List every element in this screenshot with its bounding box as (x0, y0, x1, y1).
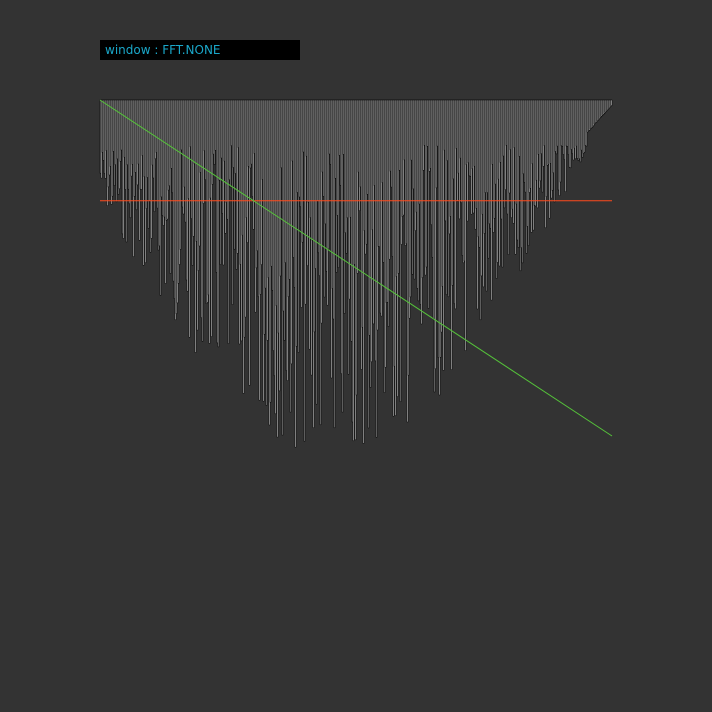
fft-spectrum-plot (99, 99, 613, 448)
spectrum-bar (610, 99, 613, 106)
spectrum-bars (99, 99, 613, 448)
